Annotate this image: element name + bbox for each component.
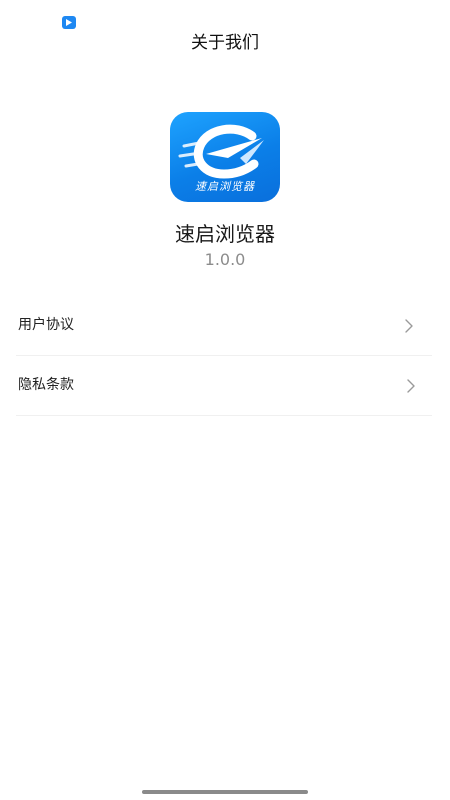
privacy-terms-item[interactable]: 隐私条款 <box>16 356 432 416</box>
logo-caption: 速启浏览器 <box>195 180 255 193</box>
page-title: 关于我们 <box>191 33 259 53</box>
user-agreement-label: 用户协议 <box>18 317 74 333</box>
home-indicator[interactable] <box>142 790 308 794</box>
menu-list: 用户协议 隐私条款 <box>16 296 432 416</box>
chevron-right-icon <box>407 379 415 393</box>
browser-logo-icon: 速启浏览器 <box>170 112 280 202</box>
app-name: 速启浏览器 <box>175 222 275 246</box>
app-notification-icon <box>62 16 76 29</box>
chevron-right-icon <box>405 319 413 333</box>
about-us-screen: 关于我们 速启浏览器 速启浏览器 1.0.0 用户协议 隐私条款 <box>0 0 450 800</box>
privacy-terms-label: 隐私条款 <box>18 377 74 393</box>
user-agreement-item[interactable]: 用户协议 <box>16 296 432 356</box>
app-version: 1.0.0 <box>204 250 246 269</box>
